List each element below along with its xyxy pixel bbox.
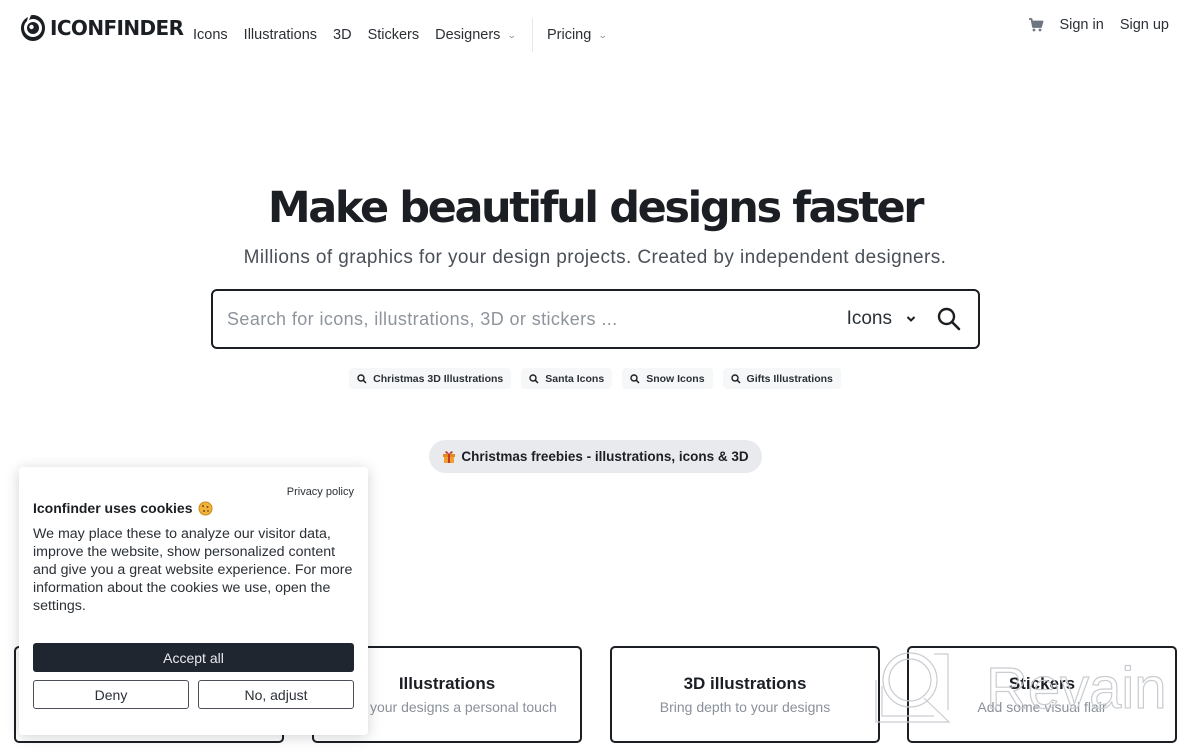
card-title: Stickers bbox=[1008, 674, 1076, 693]
nav-stickers[interactable]: Stickers bbox=[368, 27, 420, 43]
card-subtitle: Add some visual flair bbox=[977, 699, 1107, 715]
suggestion-chip[interactable]: Gifts Illustrations bbox=[722, 368, 841, 389]
card-title: 3D illustrations bbox=[683, 674, 807, 693]
logo-text: ICONFINDER bbox=[50, 16, 184, 40]
deny-button[interactable]: Deny bbox=[33, 680, 189, 709]
nav-pricing[interactable]: Pricing ⌄ bbox=[546, 27, 608, 43]
suggestion-chip[interactable]: Santa Icons bbox=[521, 368, 613, 389]
category-card-3d[interactable]: 3D illustrations Bring depth to your des… bbox=[610, 646, 880, 743]
accept-all-button[interactable]: Accept all bbox=[33, 643, 354, 672]
suggestion-label: Snow Icons bbox=[646, 372, 705, 385]
hero-title-highlight: beautiful bbox=[399, 183, 599, 233]
chevron-down-icon: ⌄ bbox=[598, 29, 608, 40]
nav-3d[interactable]: 3D bbox=[333, 27, 352, 43]
privacy-policy-link[interactable]: Privacy policy bbox=[287, 486, 354, 498]
chevron-down-icon bbox=[906, 316, 916, 322]
iconfinder-logo-icon bbox=[21, 15, 45, 41]
search-bar: Icons bbox=[211, 289, 980, 349]
cookie-dialog-body: We may place these to analyze our visito… bbox=[33, 526, 353, 614]
suggestion-label: Gifts Illustrations bbox=[746, 372, 833, 385]
search-icon bbox=[630, 373, 640, 384]
account-nav: Sign in Sign up bbox=[1028, 17, 1169, 33]
search-type-select[interactable]: Icons bbox=[847, 308, 916, 330]
suggestion-label: Santa Icons bbox=[545, 372, 605, 385]
hero-title-part: designs faster bbox=[596, 183, 924, 233]
adjust-button[interactable]: No, adjust bbox=[198, 680, 354, 709]
nav-label: Stickers bbox=[367, 27, 420, 43]
promo-label: Christmas freebies - illustrations, icon… bbox=[461, 449, 749, 464]
shopping-cart-icon[interactable] bbox=[1028, 17, 1044, 33]
nav-icons[interactable]: Icons bbox=[193, 27, 228, 43]
site-header: ICONFINDER Icons Illustrations 3D Sticke… bbox=[0, 0, 1190, 56]
nav-illustrations[interactable]: Illustrations bbox=[244, 27, 317, 43]
search-input[interactable] bbox=[213, 308, 847, 330]
nav-label: Icons bbox=[193, 27, 228, 43]
card-subtitle: Bring depth to your designs bbox=[659, 699, 831, 715]
hero-subtitle: Millions of graphics for your design pro… bbox=[243, 247, 947, 268]
search-icon bbox=[730, 373, 741, 384]
chevron-down-icon: ⌄ bbox=[507, 29, 518, 40]
cookie-consent-dialog: Privacy policy Iconfinder uses cookies W… bbox=[19, 467, 368, 735]
search-icon bbox=[529, 373, 539, 384]
nav-label: 3D bbox=[333, 27, 352, 43]
logo[interactable]: ICONFINDER bbox=[19, 14, 184, 42]
hero-title: Make beautiful designs faster bbox=[0, 183, 1190, 233]
search-suggestions: Christmas 3D Illustrations Santa Icons S… bbox=[0, 368, 1190, 389]
nav-designers[interactable]: Designers ⌄ bbox=[435, 27, 518, 43]
nav-divider bbox=[531, 18, 533, 52]
search-type-value: Icons bbox=[846, 308, 892, 329]
nav-label: Illustrations bbox=[243, 27, 318, 43]
christmas-promo-link[interactable]: Christmas freebies - illustrations, icon… bbox=[429, 440, 762, 473]
search-icon bbox=[357, 373, 367, 384]
sign-up-link[interactable]: Sign up bbox=[1120, 17, 1169, 33]
cookie-title-text: Iconfinder uses cookies bbox=[33, 500, 193, 516]
search-icon[interactable] bbox=[936, 306, 962, 332]
hero-title-part: Make bbox=[267, 183, 400, 233]
gift-icon bbox=[443, 451, 456, 463]
suggestion-chip[interactable]: Christmas 3D Illustrations bbox=[349, 368, 512, 389]
category-card-stickers[interactable]: Stickers Add some visual flair bbox=[907, 646, 1177, 743]
nav-label: Pricing bbox=[546, 27, 592, 43]
nav-label: Designers bbox=[435, 27, 501, 43]
suggestion-chip[interactable]: Snow Icons bbox=[622, 368, 713, 389]
sign-in-link[interactable]: Sign in bbox=[1059, 17, 1103, 33]
main-nav: Icons Illustrations 3D Stickers Designer… bbox=[193, 18, 623, 52]
suggestion-label: Christmas 3D Illustrations bbox=[373, 372, 504, 385]
cookie-dialog-title: Iconfinder uses cookies bbox=[33, 500, 213, 516]
cookie-icon bbox=[198, 501, 212, 515]
